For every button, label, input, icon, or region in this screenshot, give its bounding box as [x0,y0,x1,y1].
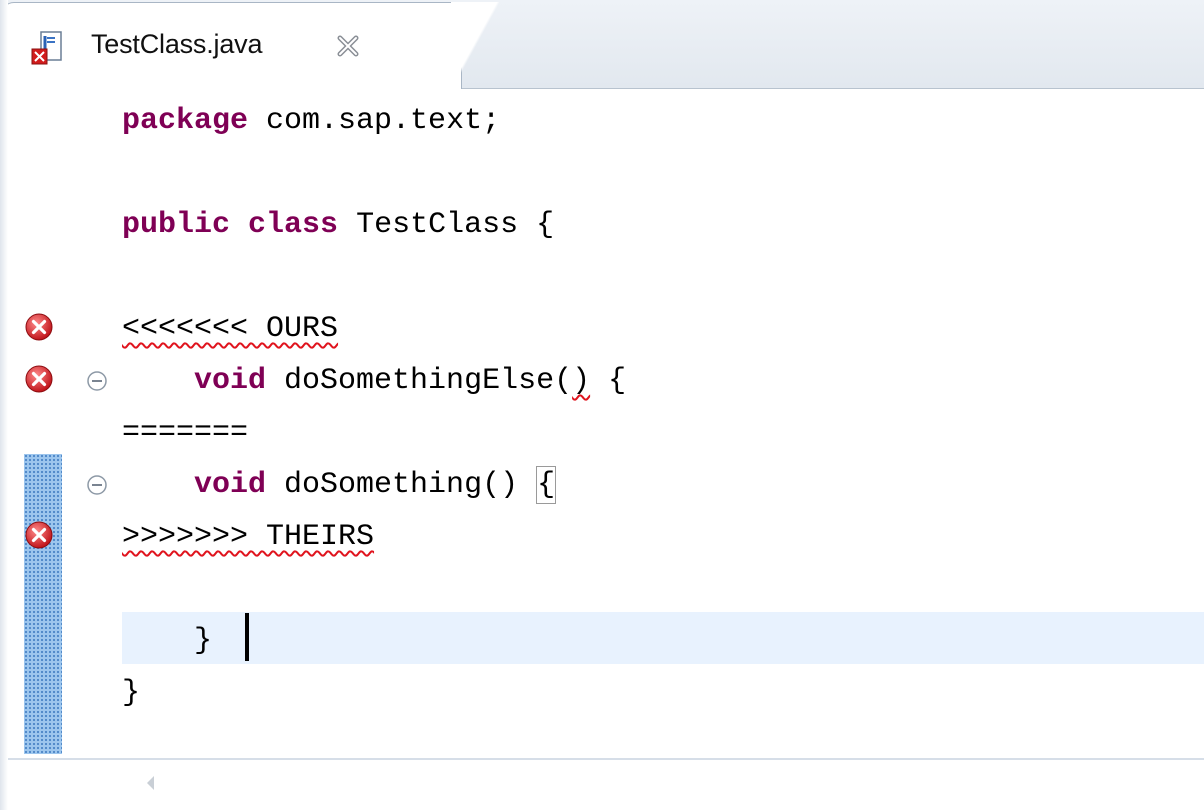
code-line-method-else[interactable]: void doSomethingElse() { [122,355,626,407]
keyword-class: class [248,208,339,242]
current-line-highlight [122,612,1204,664]
conflict-marker-ours: <<<<<<< OURS [122,312,339,346]
paren-close: ) [572,364,591,398]
close-icon[interactable] [335,33,361,59]
open-brace: { [590,364,627,398]
keyword-void: void [194,364,267,398]
error-icon[interactable] [24,312,54,342]
code-line-package[interactable]: package com.sap.text; [122,95,500,147]
tab-bar: TestClass.java [0,0,1204,90]
error-icon[interactable] [24,364,54,394]
tab-label: TestClass.java [91,29,263,59]
horizontal-scrollbar[interactable] [0,760,1204,810]
code-line-conflict-theirs[interactable]: >>>>>>> THEIRS [122,511,374,563]
collapse-icon[interactable] [86,370,108,392]
conflict-marker-theirs: >>>>>>> THEIRS [122,520,375,554]
code-line-close-class[interactable]: } [122,667,140,719]
close-brace: } [122,624,213,658]
conflict-separator: ======= [122,416,249,450]
scroll-left-icon[interactable] [144,774,158,792]
keyword-package: package [122,104,249,138]
method-name: doSomethingElse( [266,364,573,398]
code-line-method[interactable]: void doSomething() { [122,459,557,511]
method-name: doSomething() [266,468,537,502]
code-line-close-method[interactable]: } [122,615,212,667]
editor-body: package com.sap.text; public class TestC… [0,89,1204,810]
editor-tab[interactable]: TestClass.java [0,2,499,90]
code-line-class-declaration[interactable]: public class TestClass { [122,199,554,251]
error-icon[interactable] [24,520,54,550]
java-file-error-icon [31,31,62,65]
keyword-void: void [194,468,267,502]
class-name: TestClass { [338,208,555,242]
package-name: com.sap.text; [248,104,501,138]
code-line-conflict-separator[interactable]: ======= [122,407,248,459]
keyword-public: public [122,208,231,242]
code-line-conflict-ours[interactable]: <<<<<<< OURS [122,303,338,355]
matching-bracket: { [536,466,557,504]
text-caret [245,613,249,661]
close-brace: } [122,676,141,710]
editor-window: TestClass.java package com.sap.text; pub… [0,0,1204,810]
change-bar[interactable] [24,454,62,754]
window-border [0,0,8,810]
collapse-icon[interactable] [86,474,108,496]
